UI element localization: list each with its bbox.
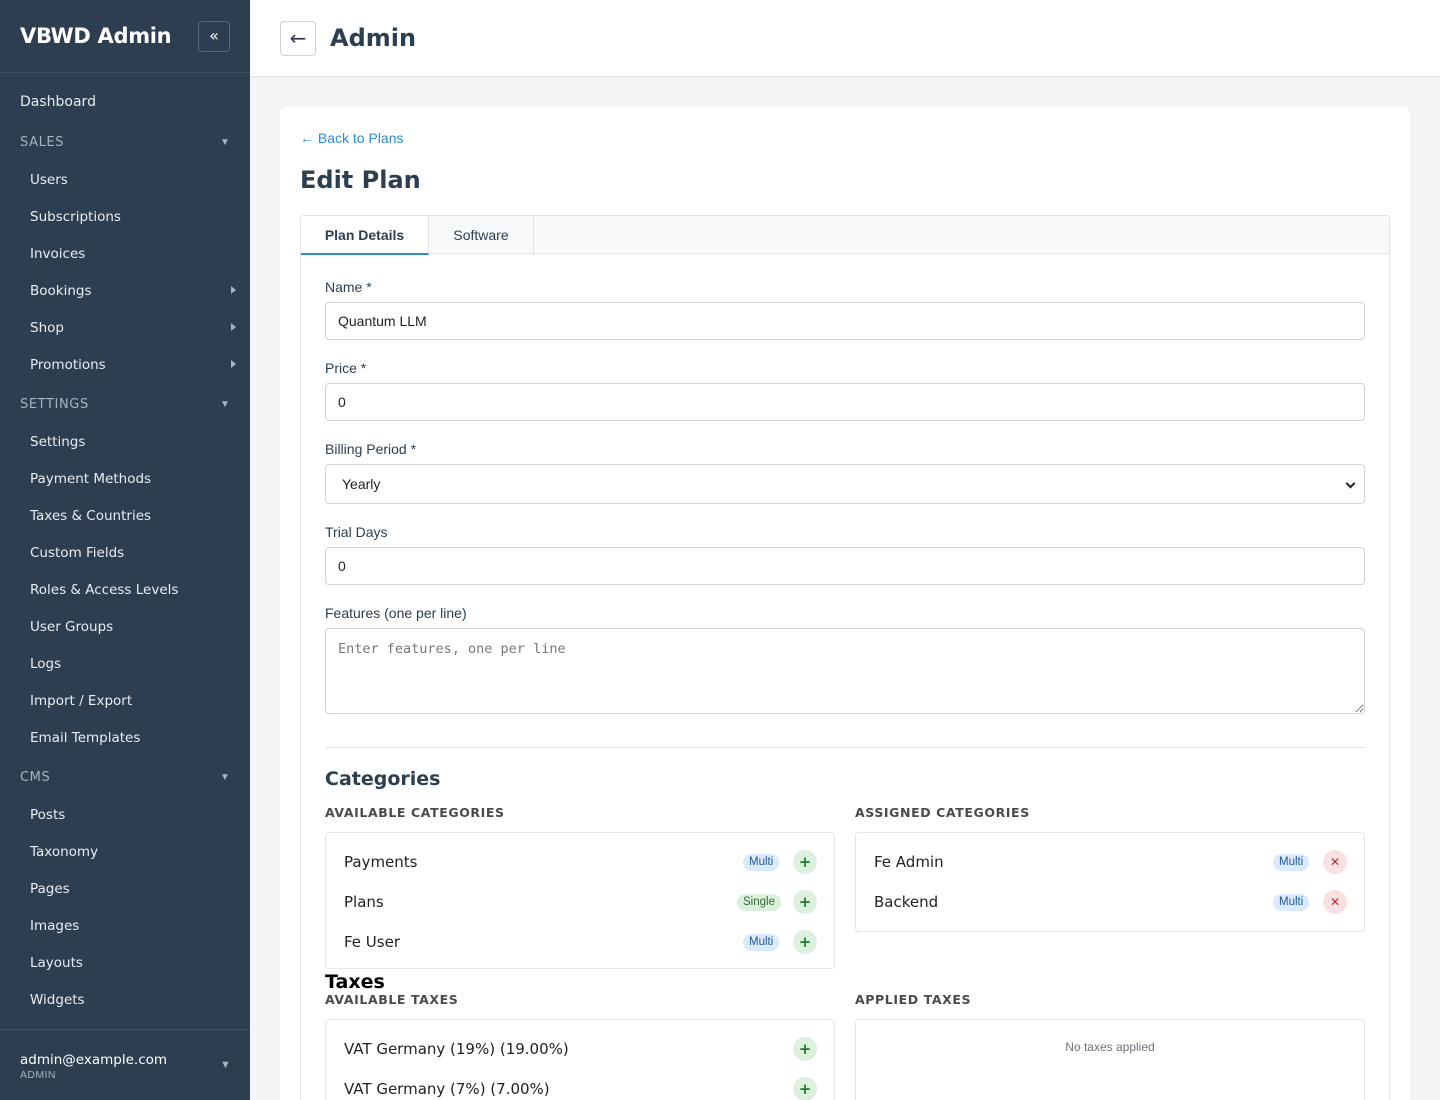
brand-title: VBWD Admin — [20, 24, 172, 48]
sidebar-item-custom-fields[interactable]: Custom Fields — [30, 545, 124, 561]
category-name: Backend — [874, 893, 939, 911]
sidebar-item-shop[interactable]: Shop — [30, 320, 64, 336]
available-taxes-heading: AVAILABLE TAXES — [325, 992, 459, 1007]
category-type-badge: Single — [737, 894, 781, 911]
sidebar-section-cms[interactable]: CMS — [20, 770, 50, 785]
sidebar-section-settings[interactable]: SETTINGS — [20, 397, 89, 412]
category-type-badge: Multi — [743, 934, 780, 951]
category-name: Plans — [344, 893, 384, 911]
sidebar-section-sales[interactable]: SALES — [20, 135, 64, 150]
category-name: Fe User — [344, 933, 400, 951]
available-categories-list: Payments Multi + Plans Single + Fe User … — [325, 832, 835, 969]
billing-period-select[interactable]: Yearly — [325, 464, 1365, 504]
sidebar-item-layouts[interactable]: Layouts — [30, 955, 83, 971]
list-item: Fe Admin Multi ✕ — [874, 845, 1348, 877]
list-item: Backend Multi ✕ — [874, 885, 1348, 917]
sidebar-item-settings[interactable]: Settings — [30, 434, 85, 450]
section-divider — [325, 747, 1365, 748]
list-item: Plans Single + — [344, 885, 818, 917]
caret-down-icon: ▼ — [220, 399, 230, 410]
applied-taxes-heading: APPLIED TAXES — [855, 992, 972, 1007]
back-to-plans-link[interactable]: ← Back to Plans — [300, 130, 404, 146]
assigned-categories-list: Fe Admin Multi ✕ Backend Multi ✕ — [855, 832, 1365, 932]
price-input[interactable] — [325, 383, 1365, 421]
user-role: ADMIN — [20, 1069, 56, 1081]
categories-heading: Categories — [325, 768, 441, 790]
features-textarea[interactable] — [325, 628, 1365, 714]
available-categories-heading: AVAILABLE CATEGORIES — [325, 805, 505, 820]
tabs-container: Plan Details Software Name * Price * Bil… — [300, 215, 1390, 1100]
user-email: admin@example.com — [20, 1052, 168, 1068]
chevron-down-icon — [1345, 478, 1356, 489]
available-taxes-list: VAT Germany (19%) (19.00%) + VAT Germany… — [325, 1019, 835, 1100]
caret-down-icon: ▼ — [220, 137, 230, 148]
applied-taxes-list: No taxes applied — [855, 1019, 1365, 1100]
list-item: Fe User Multi + — [344, 925, 818, 957]
topbar: ← Admin — [250, 0, 1440, 77]
billing-period-label: Billing Period * — [325, 441, 417, 457]
features-label: Features (one per line) — [325, 605, 467, 621]
name-input[interactable] — [325, 302, 1365, 340]
list-item: VAT Germany (7%) (7.00%) + — [344, 1072, 818, 1100]
add-tax-button[interactable]: + — [793, 1037, 817, 1061]
category-type-badge: Multi — [1273, 854, 1310, 871]
sidebar-item-taxonomy[interactable]: Taxonomy — [30, 844, 98, 860]
sidebar-item-images[interactable]: Images — [30, 918, 79, 934]
name-label: Name * — [325, 279, 372, 295]
list-item: VAT Germany (19%) (19.00%) + — [344, 1032, 818, 1064]
trial-days-label: Trial Days — [325, 524, 388, 540]
tab-software[interactable]: Software — [429, 216, 534, 255]
add-category-button[interactable]: + — [793, 850, 817, 874]
tab-plan-details[interactable]: Plan Details — [301, 216, 429, 255]
sidebar-item-import-export[interactable]: Import / Export — [30, 693, 132, 709]
add-tax-button[interactable]: + — [793, 1077, 817, 1100]
topbar-title: Admin — [330, 24, 417, 52]
caret-right-icon — [231, 323, 236, 331]
assigned-categories-heading: ASSIGNED CATEGORIES — [855, 805, 1030, 820]
sidebar-item-email-templates[interactable]: Email Templates — [30, 730, 140, 746]
remove-category-button[interactable]: ✕ — [1323, 850, 1347, 874]
billing-period-value: Yearly — [342, 476, 381, 492]
price-label: Price * — [325, 360, 367, 376]
sidebar-item-dashboard[interactable]: Dashboard — [20, 94, 96, 110]
add-category-button[interactable]: + — [793, 890, 817, 914]
user-menu[interactable]: admin@example.com ADMIN ▼ — [0, 1029, 250, 1100]
back-arrow-icon[interactable]: ← — [280, 21, 316, 56]
taxes-heading: Taxes — [325, 971, 385, 993]
collapse-sidebar-button[interactable]: « — [198, 21, 230, 52]
sidebar-item-pages[interactable]: Pages — [30, 881, 70, 897]
page-title: Edit Plan — [300, 166, 421, 194]
sidebar-item-users[interactable]: Users — [30, 172, 68, 188]
list-item: Payments Multi + — [344, 845, 818, 877]
sidebar-item-invoices[interactable]: Invoices — [30, 246, 85, 262]
sidebar-item-logs[interactable]: Logs — [30, 656, 61, 672]
no-taxes-message: No taxes applied — [1065, 1040, 1155, 1054]
category-name: Payments — [344, 853, 418, 871]
caret-right-icon — [231, 360, 236, 368]
tab-bar: Plan Details Software — [301, 216, 1389, 255]
remove-category-button[interactable]: ✕ — [1323, 890, 1347, 914]
sidebar-header: VBWD Admin « — [0, 0, 250, 73]
sidebar-item-widgets[interactable]: Widgets — [30, 992, 85, 1008]
caret-down-icon[interactable]: ▼ — [220, 1059, 231, 1071]
category-type-badge: Multi — [743, 854, 780, 871]
sidebar-item-subscriptions[interactable]: Subscriptions — [30, 209, 121, 225]
sidebar-item-posts[interactable]: Posts — [30, 807, 65, 823]
sidebar-item-taxes-countries[interactable]: Taxes & Countries — [30, 508, 151, 524]
category-name: Fe Admin — [874, 853, 944, 871]
sidebar-item-bookings[interactable]: Bookings — [30, 283, 92, 299]
edit-plan-card: ← Back to Plans Edit Plan Plan Details S… — [280, 107, 1410, 1100]
caret-right-icon — [231, 286, 236, 294]
sidebar-item-user-groups[interactable]: User Groups — [30, 619, 113, 635]
tax-name: VAT Germany (19%) (19.00%) — [344, 1040, 569, 1058]
sidebar-item-payment-methods[interactable]: Payment Methods — [30, 471, 151, 487]
caret-down-icon: ▼ — [220, 772, 230, 783]
tax-name: VAT Germany (7%) (7.00%) — [344, 1080, 550, 1098]
sidebar: VBWD Admin « Dashboard SALES ▼ Users Sub… — [0, 0, 250, 1100]
trial-days-input[interactable] — [325, 547, 1365, 585]
category-type-badge: Multi — [1273, 894, 1310, 911]
sidebar-item-roles-access[interactable]: Roles & Access Levels — [30, 582, 178, 598]
sidebar-item-promotions[interactable]: Promotions — [30, 357, 106, 373]
add-category-button[interactable]: + — [793, 930, 817, 954]
